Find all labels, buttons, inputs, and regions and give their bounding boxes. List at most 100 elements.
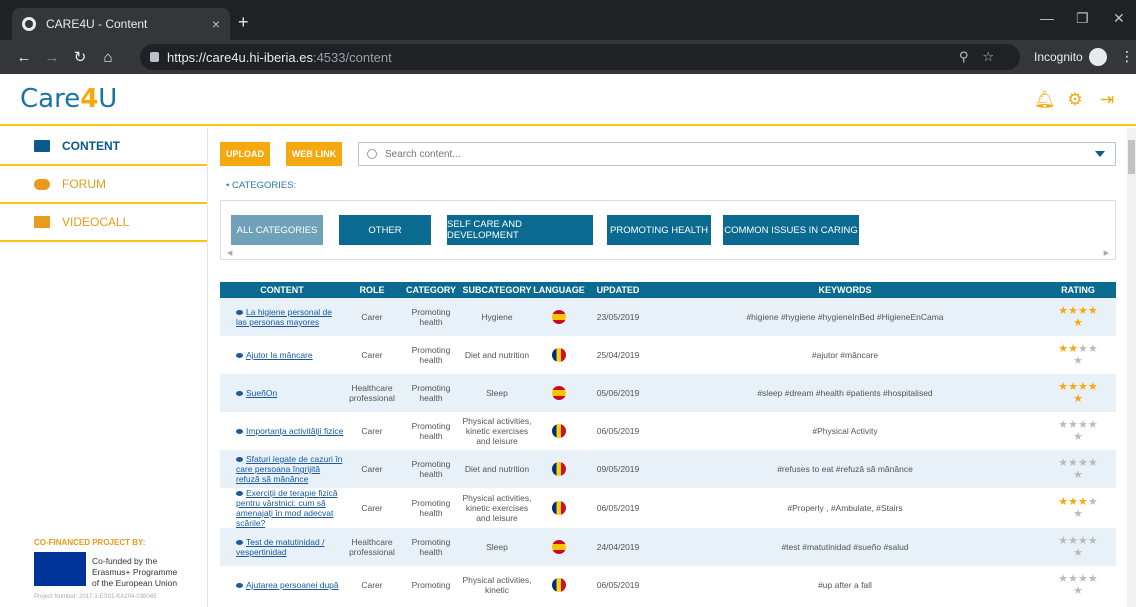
star-filled-icon[interactable]: ★ [1088,305,1098,317]
star-filled-icon[interactable]: ★ [1078,381,1088,393]
incognito-indicator[interactable]: Incognito [1034,48,1107,66]
star-empty-icon[interactable]: ★ [1078,573,1088,585]
star-empty-icon[interactable]: ★ [1073,508,1083,520]
cell-keywords: #sleep #dream #health #patients #hospita… [650,374,1040,412]
star-empty-icon[interactable]: ★ [1073,469,1083,481]
star-filled-icon[interactable]: ★ [1073,317,1083,329]
header-updated[interactable]: UPDATED [586,282,650,298]
header-language[interactable]: LANGUAGE [532,282,586,298]
content-link[interactable]: Ajutor la mâncare [246,350,313,360]
search-box[interactable] [358,142,1116,166]
category-self-care[interactable]: SELF CARE AND DEVELOPMENT [447,215,593,245]
category-other[interactable]: OTHER [339,215,431,245]
content-link[interactable]: Ajutarea persoanei după [246,580,339,590]
scroll-thumb[interactable] [1128,140,1135,174]
star-empty-icon[interactable]: ★ [1068,457,1078,469]
star-filled-icon[interactable]: ★ [1068,381,1078,393]
window-close-icon[interactable]: ✕ [1113,10,1125,27]
star-empty-icon[interactable]: ★ [1058,573,1068,585]
star-filled-icon[interactable]: ★ [1068,305,1078,317]
star-empty-icon[interactable]: ★ [1073,585,1083,597]
star-empty-icon[interactable]: ★ [1088,343,1098,355]
browser-tab[interactable]: CARE4U - Content × [12,8,230,40]
star-empty-icon[interactable]: ★ [1068,573,1078,585]
cell-updated: 23/05/2019 [586,298,650,336]
header-content[interactable]: CONTENT [220,282,344,298]
search-input[interactable] [385,148,1095,160]
logout-icon[interactable]: ⇥ [1098,91,1116,109]
star-filled-icon[interactable]: ★ [1078,305,1088,317]
star-empty-icon[interactable]: ★ [1078,457,1088,469]
star-empty-icon[interactable]: ★ [1078,535,1088,547]
content-link[interactable]: Exerciții de terapie fizică pentru vârst… [236,488,338,528]
star-empty-icon[interactable]: ★ [1068,419,1078,431]
content-link[interactable]: Test de matutinidad / vespertinidad [236,537,324,557]
star-filled-icon[interactable]: ★ [1068,496,1078,508]
star-empty-icon[interactable]: ★ [1078,419,1088,431]
scroll-right-icon[interactable]: ▶ [1104,249,1109,257]
header-rating[interactable]: RATING [1040,282,1116,298]
cell-category: Promoting health [400,298,462,336]
care4u-logo[interactable]: Care4U [20,84,117,114]
category-common-issues[interactable]: COMMON ISSUES IN CARING [723,215,859,245]
star-filled-icon[interactable]: ★ [1058,305,1068,317]
vertical-scrollbar[interactable] [1127,128,1136,607]
content-link[interactable]: La higiene personal de las personas mayo… [236,307,332,327]
reload-icon[interactable]: ↻ [66,48,94,66]
header-subcategory[interactable]: SUBCATEGORY [462,282,532,298]
content-link[interactable]: Importanța activității fizice [246,426,343,436]
star-filled-icon[interactable]: ★ [1058,496,1068,508]
sidebar-item-forum[interactable]: FORUM [0,166,207,204]
star-empty-icon[interactable]: ★ [1078,343,1088,355]
star-filled-icon[interactable]: ★ [1073,393,1083,405]
chevron-down-icon[interactable] [1095,151,1105,157]
forward-icon[interactable]: → [38,49,66,66]
header-role[interactable]: ROLE [344,282,400,298]
star-empty-icon[interactable]: ★ [1058,419,1068,431]
star-empty-icon[interactable]: ★ [1073,431,1083,443]
content-link[interactable]: SueñOn [246,388,277,398]
star-filled-icon[interactable]: ★ [1078,496,1088,508]
cell-subcategory: Diet and nutrition [462,450,532,488]
bell-icon[interactable]: 🔔︎ [1034,91,1056,109]
star-empty-icon[interactable]: ★ [1073,355,1083,367]
star-filled-icon[interactable]: ★ [1058,343,1068,355]
scroll-left-icon[interactable]: ◀ [227,249,232,257]
cell-rating: ★★★★ ★ [1040,528,1116,566]
star-empty-icon[interactable]: ★ [1088,573,1098,585]
star-empty-icon[interactable]: ★ [1088,419,1098,431]
back-icon[interactable]: ← [10,49,38,66]
restore-icon[interactable]: ❐ [1076,10,1089,27]
star-empty-icon[interactable]: ★ [1088,535,1098,547]
star-empty-icon[interactable]: ★ [1088,457,1098,469]
sidebar-item-content[interactable]: CONTENT [0,128,207,166]
home-icon[interactable]: ⌂ [94,49,122,66]
star-filled-icon[interactable]: ★ [1058,381,1068,393]
web-link-button[interactable]: WEB LINK [286,142,342,166]
new-tab-button[interactable]: + [238,12,249,33]
star-empty-icon[interactable]: ★ [1073,547,1083,559]
url-bar[interactable]: https://care4u.hi-iberia.es:4533/content… [140,44,1020,70]
header-category[interactable]: CATEGORY [400,282,462,298]
cell-rating: ★★★★ ★ [1040,298,1116,336]
star-empty-icon[interactable]: ★ [1088,496,1098,508]
category-all[interactable]: ALL CATEGORIES [231,215,323,245]
lock-icon [150,52,159,62]
header-keywords[interactable]: KEYWORDS [650,282,1040,298]
cell-role: Carer [361,503,383,513]
close-icon[interactable]: × [212,16,220,32]
menu-icon[interactable]: ⋮ [1120,48,1134,65]
zoom-icon[interactable]: ⚲☆ [959,49,1008,65]
content-link[interactable]: Sfaturi legate de cazuri în care persoan… [236,454,342,484]
category-promoting-health[interactable]: PROMOTING HEALTH [607,215,711,245]
incognito-label: Incognito [1034,50,1083,64]
star-empty-icon[interactable]: ★ [1068,535,1078,547]
star-filled-icon[interactable]: ★ [1068,343,1078,355]
minimize-icon[interactable]: — [1040,10,1054,26]
upload-button[interactable]: UPLOAD [220,142,270,166]
sidebar-item-videocall[interactable]: VIDEOCALL [0,204,207,242]
star-empty-icon[interactable]: ★ [1058,535,1068,547]
star-empty-icon[interactable]: ★ [1058,457,1068,469]
gear-icon[interactable]: ⚙ [1066,91,1084,109]
star-filled-icon[interactable]: ★ [1088,381,1098,393]
